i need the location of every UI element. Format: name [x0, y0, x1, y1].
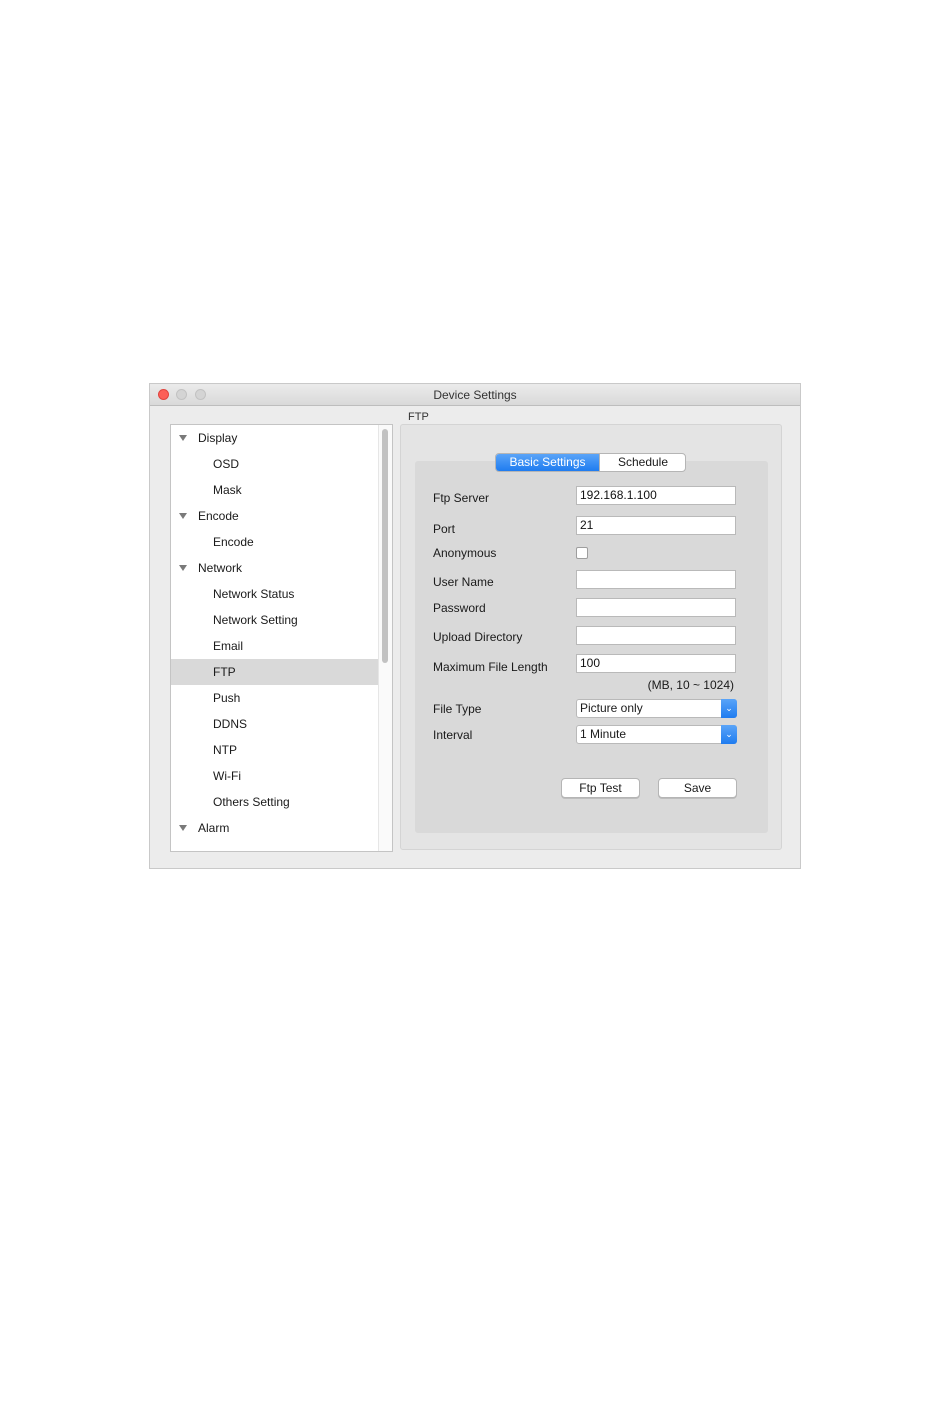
sidebar-group[interactable]: Alarm: [171, 815, 378, 841]
sidebar-group[interactable]: Encode: [171, 503, 378, 529]
disclosure-triangle-icon[interactable]: [179, 565, 187, 571]
chevron-down-icon: ⌄: [721, 725, 737, 744]
interval-select[interactable]: 1 Minute ⌄: [576, 725, 737, 744]
upload-directory-field[interactable]: [576, 626, 736, 645]
file-type-label: File Type: [433, 702, 482, 716]
sidebar-item[interactable]: FTP: [171, 659, 378, 685]
sidebar-item[interactable]: OSD: [171, 451, 378, 477]
section-title: FTP: [408, 411, 429, 423]
sidebar-item-label: Display: [198, 431, 238, 445]
device-settings-window: Device Settings Display OSD Mask Encode Enco…: [150, 384, 800, 868]
sidebar-item[interactable]: Mask: [171, 477, 378, 503]
sidebar-item[interactable]: DDNS: [171, 711, 378, 737]
disclosure-triangle-icon[interactable]: [179, 513, 187, 519]
sidebar-item-label: Encode: [213, 535, 254, 549]
sidebar-group[interactable]: Network: [171, 555, 378, 581]
sidebar-item[interactable]: Push: [171, 685, 378, 711]
sidebar-item-label: Email: [213, 639, 244, 653]
disclosure-triangle-icon[interactable]: [179, 435, 187, 441]
sidebar-item-label: Mask: [213, 483, 242, 497]
sidebar-group[interactable]: Display: [171, 425, 378, 451]
file-length-hint: (MB, 10 ~ 1024): [647, 678, 734, 692]
ftp-server-label: Ftp Server: [433, 491, 490, 505]
sidebar-item[interactable]: NTP: [171, 737, 378, 763]
password-field[interactable]: [576, 598, 736, 617]
sidebar-item-label: Network Status: [213, 587, 295, 601]
title-bar: Device Settings: [150, 384, 800, 406]
sidebar-item-label: Wi-Fi: [213, 769, 241, 783]
file-type-select[interactable]: Picture only ⌄: [576, 699, 737, 718]
port-label: Port: [433, 522, 456, 536]
sidebar-item-label: NTP: [213, 743, 237, 757]
tab-basic-settings[interactable]: Basic Settings: [496, 454, 599, 471]
anonymous-checkbox[interactable]: [576, 547, 588, 559]
sidebar-item-label: OSD: [213, 457, 240, 471]
tab-schedule[interactable]: Schedule: [599, 454, 685, 471]
window-title: Device Settings: [433, 388, 517, 402]
sidebar-item-label: Encode: [198, 509, 239, 523]
sidebar-scrollbar-thumb[interactable]: [382, 429, 388, 663]
sidebar-item[interactable]: Email: [171, 633, 378, 659]
max-file-length-label: Maximum File Length: [433, 660, 548, 674]
sidebar-item-label: Others Setting: [213, 795, 290, 809]
file-type-value: Picture only: [580, 701, 643, 715]
sidebar-item-label: Network Setting: [213, 613, 298, 627]
upload-directory-label: Upload Directory: [433, 630, 523, 644]
sidebar-item[interactable]: Wi-Fi: [171, 763, 378, 789]
settings-tab-control: Basic Settings Schedule: [495, 453, 686, 472]
user-name-field[interactable]: [576, 570, 736, 589]
sidebar-item[interactable]: Encode: [171, 529, 378, 555]
sidebar-item[interactable]: Network Setting: [171, 607, 378, 633]
ftp-test-button[interactable]: Ftp Test: [561, 778, 640, 798]
sidebar-item[interactable]: Others Setting: [171, 789, 378, 815]
sidebar-item[interactable]: Network Status: [171, 581, 378, 607]
anonymous-label: Anonymous: [433, 546, 497, 560]
sidebar-item-label: Push: [213, 691, 241, 705]
sidebar-item-label: DDNS: [213, 717, 248, 731]
chevron-down-icon: ⌄: [721, 699, 737, 718]
ftp-server-field[interactable]: 192.168.1.100: [576, 486, 736, 505]
sidebar-item-label: Network: [198, 561, 243, 575]
interval-label: Interval: [433, 728, 473, 742]
port-field[interactable]: 21: [576, 516, 736, 535]
interval-value: 1 Minute: [580, 727, 627, 741]
sidebar-item-label: Alarm: [198, 821, 230, 835]
user-name-label: User Name: [433, 575, 494, 589]
settings-sidebar: Display OSD Mask Encode Encode Network Network…: [170, 424, 393, 852]
password-label: Password: [433, 601, 486, 615]
sidebar-item-label: FTP: [213, 665, 236, 679]
disclosure-triangle-icon[interactable]: [179, 825, 187, 831]
max-file-length-field[interactable]: 100: [576, 654, 736, 673]
save-button[interactable]: Save: [658, 778, 737, 798]
